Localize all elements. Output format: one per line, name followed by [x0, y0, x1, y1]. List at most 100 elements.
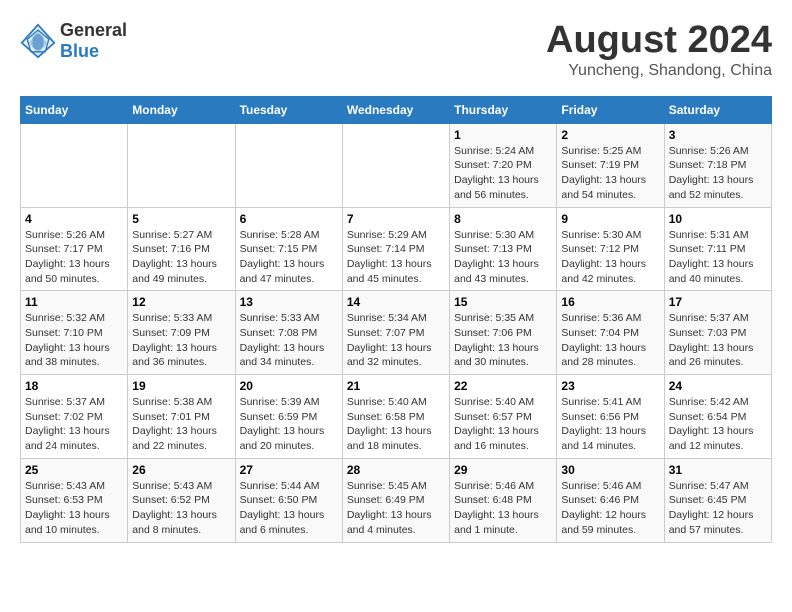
- calendar-cell: 11 Sunrise: 5:32 AM Sunset: 7:10 PM Dayli…: [21, 291, 128, 375]
- column-header-monday: Monday: [128, 96, 235, 123]
- calendar-row: 18Sunrise: 5:37 AM Sunset: 7:02 PM Dayli…: [21, 375, 772, 459]
- day-info: Sunrise: 5:36 AM Sunset: 7:04 PM Dayligh…: [561, 311, 659, 370]
- calendar-cell: 8 Sunrise: 5:30 AM Sunset: 7:13 PM Daylig…: [450, 207, 557, 291]
- calendar-cell: 20 Sunrise: 5:39 AM Sunset: 6:59 PM Dayli…: [235, 375, 342, 459]
- calendar-cell: 3 Sunrise: 5:26 AM Sunset: 7:18 PM Daylig…: [664, 123, 771, 207]
- column-header-saturday: Saturday: [664, 96, 771, 123]
- page-header: General Blue August 2024 Yuncheng, Shand…: [20, 20, 772, 80]
- day-info: Sunrise: 5:40 AM Sunset: 6:58 PM Dayligh…: [347, 395, 445, 454]
- day-number: 26: [132, 463, 230, 477]
- calendar-header: SundayMondayTuesdayWednesdayThursdayFrid…: [21, 96, 772, 123]
- day-info: Sunrise: 5:28 AM Sunset: 7:15 PM Dayligh…: [240, 228, 338, 287]
- column-header-sunday: Sunday: [21, 96, 128, 123]
- calendar-cell: 18Sunrise: 5:37 AM Sunset: 7:02 PM Dayli…: [21, 375, 128, 459]
- day-info: Sunrise: 5:41 AM Sunset: 6:56 PM Dayligh…: [561, 395, 659, 454]
- day-info: Sunrise: 5:24 AM Sunset: 7:20 PM Dayligh…: [454, 144, 552, 203]
- header-row: SundayMondayTuesdayWednesdayThursdayFrid…: [21, 96, 772, 123]
- day-info: Sunrise: 5:30 AM Sunset: 7:13 PM Dayligh…: [454, 228, 552, 287]
- calendar-row: 11 Sunrise: 5:32 AM Sunset: 7:10 PM Dayli…: [21, 291, 772, 375]
- day-number: 2: [561, 128, 659, 142]
- day-number: 27: [240, 463, 338, 477]
- day-number: 15: [454, 295, 552, 309]
- day-number: 25: [25, 463, 123, 477]
- day-number: 9: [561, 212, 659, 226]
- calendar-body: 1 Sunrise: 5:24 AM Sunset: 7:20 PM Daylig…: [21, 123, 772, 542]
- day-number: 11: [25, 295, 123, 309]
- calendar-cell: 15 Sunrise: 5:35 AM Sunset: 7:06 PM Dayli…: [450, 291, 557, 375]
- calendar-cell: 6 Sunrise: 5:28 AM Sunset: 7:15 PM Daylig…: [235, 207, 342, 291]
- calendar-cell: 21Sunrise: 5:40 AM Sunset: 6:58 PM Dayli…: [342, 375, 449, 459]
- day-info: Sunrise: 5:33 AM Sunset: 7:08 PM Dayligh…: [240, 311, 338, 370]
- day-info: Sunrise: 5:46 AM Sunset: 6:46 PM Dayligh…: [561, 479, 659, 538]
- calendar-cell: 5 Sunrise: 5:27 AM Sunset: 7:16 PM Daylig…: [128, 207, 235, 291]
- calendar-cell: 16 Sunrise: 5:36 AM Sunset: 7:04 PM Dayli…: [557, 291, 664, 375]
- day-number: 5: [132, 212, 230, 226]
- day-number: 8: [454, 212, 552, 226]
- day-number: 30: [561, 463, 659, 477]
- logo-icon: [20, 23, 56, 59]
- calendar-cell: 24Sunrise: 5:42 AM Sunset: 6:54 PM Dayli…: [664, 375, 771, 459]
- calendar-cell: [21, 123, 128, 207]
- calendar-cell: 28 Sunrise: 5:45 AM Sunset: 6:49 PM Dayli…: [342, 458, 449, 542]
- day-info: Sunrise: 5:45 AM Sunset: 6:49 PM Dayligh…: [347, 479, 445, 538]
- calendar-cell: 17Sunrise: 5:37 AM Sunset: 7:03 PM Dayli…: [664, 291, 771, 375]
- day-number: 6: [240, 212, 338, 226]
- day-info: Sunrise: 5:26 AM Sunset: 7:18 PM Dayligh…: [669, 144, 767, 203]
- day-number: 1: [454, 128, 552, 142]
- day-info: Sunrise: 5:35 AM Sunset: 7:06 PM Dayligh…: [454, 311, 552, 370]
- main-title: August 2024: [546, 20, 772, 62]
- column-header-tuesday: Tuesday: [235, 96, 342, 123]
- day-number: 29: [454, 463, 552, 477]
- calendar-cell: 29Sunrise: 5:46 AM Sunset: 6:48 PM Dayli…: [450, 458, 557, 542]
- calendar-cell: 9 Sunrise: 5:30 AM Sunset: 7:12 PM Daylig…: [557, 207, 664, 291]
- day-info: Sunrise: 5:27 AM Sunset: 7:16 PM Dayligh…: [132, 228, 230, 287]
- day-info: Sunrise: 5:30 AM Sunset: 7:12 PM Dayligh…: [561, 228, 659, 287]
- day-info: Sunrise: 5:44 AM Sunset: 6:50 PM Dayligh…: [240, 479, 338, 538]
- calendar-cell: 7Sunrise: 5:29 AM Sunset: 7:14 PM Daylig…: [342, 207, 449, 291]
- calendar-row: 4 Sunrise: 5:26 AM Sunset: 7:17 PM Daylig…: [21, 207, 772, 291]
- day-info: Sunrise: 5:26 AM Sunset: 7:17 PM Dayligh…: [25, 228, 123, 287]
- column-header-thursday: Thursday: [450, 96, 557, 123]
- day-info: Sunrise: 5:33 AM Sunset: 7:09 PM Dayligh…: [132, 311, 230, 370]
- logo-blue-text: Blue: [60, 41, 127, 62]
- calendar-cell: 19Sunrise: 5:38 AM Sunset: 7:01 PM Dayli…: [128, 375, 235, 459]
- day-number: 16: [561, 295, 659, 309]
- calendar-cell: [342, 123, 449, 207]
- day-number: 22: [454, 379, 552, 393]
- calendar-cell: [235, 123, 342, 207]
- day-info: Sunrise: 5:32 AM Sunset: 7:10 PM Dayligh…: [25, 311, 123, 370]
- day-number: 13: [240, 295, 338, 309]
- day-info: Sunrise: 5:43 AM Sunset: 6:53 PM Dayligh…: [25, 479, 123, 538]
- calendar-cell: 26 Sunrise: 5:43 AM Sunset: 6:52 PM Dayli…: [128, 458, 235, 542]
- day-info: Sunrise: 5:37 AM Sunset: 7:03 PM Dayligh…: [669, 311, 767, 370]
- calendar-cell: 23 Sunrise: 5:41 AM Sunset: 6:56 PM Dayli…: [557, 375, 664, 459]
- calendar-table: SundayMondayTuesdayWednesdayThursdayFrid…: [20, 96, 772, 543]
- logo: General Blue: [20, 20, 127, 62]
- day-number: 31: [669, 463, 767, 477]
- day-number: 3: [669, 128, 767, 142]
- day-number: 24: [669, 379, 767, 393]
- day-info: Sunrise: 5:31 AM Sunset: 7:11 PM Dayligh…: [669, 228, 767, 287]
- calendar-cell: 31Sunrise: 5:47 AM Sunset: 6:45 PM Dayli…: [664, 458, 771, 542]
- calendar-row: 1 Sunrise: 5:24 AM Sunset: 7:20 PM Daylig…: [21, 123, 772, 207]
- day-info: Sunrise: 5:25 AM Sunset: 7:19 PM Dayligh…: [561, 144, 659, 203]
- day-info: Sunrise: 5:39 AM Sunset: 6:59 PM Dayligh…: [240, 395, 338, 454]
- calendar-cell: 2 Sunrise: 5:25 AM Sunset: 7:19 PM Daylig…: [557, 123, 664, 207]
- calendar-cell: 12 Sunrise: 5:33 AM Sunset: 7:09 PM Dayli…: [128, 291, 235, 375]
- day-number: 18: [25, 379, 123, 393]
- day-number: 4: [25, 212, 123, 226]
- day-number: 23: [561, 379, 659, 393]
- day-info: Sunrise: 5:29 AM Sunset: 7:14 PM Dayligh…: [347, 228, 445, 287]
- calendar-cell: 10 Sunrise: 5:31 AM Sunset: 7:11 PM Dayli…: [664, 207, 771, 291]
- calendar-cell: 4 Sunrise: 5:26 AM Sunset: 7:17 PM Daylig…: [21, 207, 128, 291]
- column-header-wednesday: Wednesday: [342, 96, 449, 123]
- day-number: 12: [132, 295, 230, 309]
- logo-text: General Blue: [60, 20, 127, 62]
- day-number: 20: [240, 379, 338, 393]
- column-header-friday: Friday: [557, 96, 664, 123]
- day-info: Sunrise: 5:43 AM Sunset: 6:52 PM Dayligh…: [132, 479, 230, 538]
- day-number: 28: [347, 463, 445, 477]
- calendar-row: 25 Sunrise: 5:43 AM Sunset: 6:53 PM Dayli…: [21, 458, 772, 542]
- day-number: 10: [669, 212, 767, 226]
- calendar-cell: 25 Sunrise: 5:43 AM Sunset: 6:53 PM Dayli…: [21, 458, 128, 542]
